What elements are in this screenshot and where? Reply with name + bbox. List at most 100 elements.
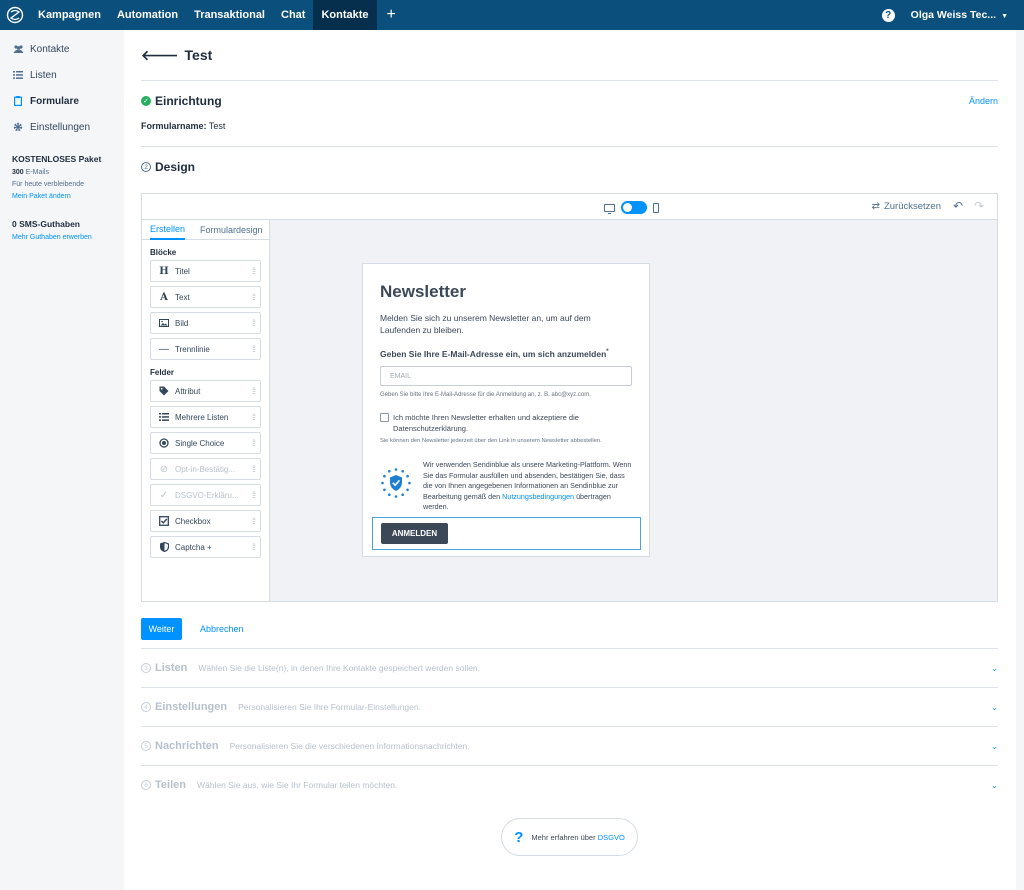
app-logo-icon[interactable] (0, 0, 30, 30)
step-nachrichten[interactable]: 5 Nachrichten Personalisieren Sie die ve… (141, 726, 998, 765)
field-attribut[interactable]: Attribut ⁞⁞ (150, 380, 261, 402)
field-mehrere-listen[interactable]: Mehrere Listen ⁞⁞ (150, 406, 261, 428)
plan-remaining: Für heute verbleibende (12, 181, 84, 188)
step-teilen[interactable]: 6 Teilen Wählen Sie aus, wie Sie Ihr For… (141, 765, 998, 804)
help-icon[interactable]: ? (881, 8, 895, 22)
drag-handle-icon[interactable]: ⁞⁞ (252, 292, 256, 302)
consent-checkbox[interactable] (380, 413, 389, 422)
field-captcha[interactable]: Captcha + ⁞⁞ (150, 536, 261, 558)
email-label-text: Geben Sie Ihre E-Mail-Adresse ein, um si… (380, 349, 607, 359)
sidebar-item-einstellungen[interactable]: Einstellungen (0, 114, 124, 140)
user-menu[interactable]: Olga Weiss Tec... ▼ (911, 9, 1008, 21)
sidebar-item-kontakte[interactable]: Kontakte (0, 36, 124, 62)
reset-label: Zurücksetzen (883, 201, 941, 212)
terms-link[interactable]: Nutzungsbedingungen (502, 492, 574, 501)
block-text[interactable]: A Text ⁞⁞ (150, 286, 261, 308)
tab-erstellen[interactable]: Erstellen (150, 220, 186, 240)
drag-handle-icon[interactable]: ⁞⁞ (252, 386, 256, 396)
chevron-down-icon[interactable]: ⌄ (991, 664, 998, 673)
drag-handle-icon[interactable]: ⁞⁞ (252, 266, 256, 276)
block-titel[interactable]: H Titel ⁞⁞ (150, 260, 261, 282)
drag-handle-icon[interactable]: ⁞⁞ (252, 318, 256, 328)
top-navigation-bar: Kampagnen Automation Transaktional Chat … (0, 0, 1024, 30)
plan-emails-label: E-Mails (25, 169, 49, 176)
step-number-icon: 5 (141, 741, 151, 751)
heading-icon: H (159, 265, 169, 277)
change-plan-link[interactable]: Mein Paket ändern (12, 193, 124, 200)
sidebar: Kontakte Listen Formulare Einstellungen … (0, 30, 124, 890)
users-icon (12, 45, 24, 53)
field-label: Attribut (175, 386, 201, 396)
add-nav-item-button[interactable]: + (377, 0, 406, 30)
setup-title: Einrichtung (155, 94, 222, 108)
drag-handle-icon[interactable]: ⁞⁞ (252, 344, 256, 354)
field-checkbox[interactable]: Checkbox ⁞⁞ (150, 510, 261, 532)
step-title: Teilen (155, 779, 186, 791)
plan-emails: 300 E-Mails (12, 169, 124, 176)
main-content: 🡐 Test ✓ Einrichtung Ändern Formularname… (141, 30, 998, 187)
back-arrow-icon[interactable]: 🡐 (141, 47, 179, 64)
form-name-value: Test (208, 121, 226, 131)
fields-label: Felder (150, 367, 175, 377)
drag-handle-icon[interactable]: ⁞⁞ (252, 516, 256, 526)
reset-button[interactable]: ⇄ Zurücksetzen (872, 201, 941, 212)
mobile-icon[interactable] (653, 202, 659, 213)
chevron-down-icon[interactable]: ⌄ (991, 703, 998, 712)
sidebar-item-listen[interactable]: Listen (0, 62, 124, 88)
step-listen[interactable]: 3 Listen Wählen Sie die Liste(n), in den… (141, 648, 998, 687)
nav-chat[interactable]: Chat (273, 0, 313, 30)
email-input[interactable]: EMAIL (380, 366, 632, 386)
nav-transaktional[interactable]: Transaktional (186, 0, 273, 30)
panel-tabs: Erstellen Formulardesign (142, 220, 269, 240)
desktop-icon[interactable] (604, 203, 615, 214)
field-opt-in: ⊘ Opt-in-Bestätig... ⁞⁞ (150, 458, 261, 480)
step-title: Einstellungen (155, 701, 228, 713)
gdpr-text: Wir verwenden Sendinblue als unsere Mark… (423, 460, 635, 513)
drag-handle-icon[interactable]: ⁞⁞ (252, 438, 256, 448)
chevron-down-icon: ▼ (1001, 13, 1008, 20)
form-actions: Weiter Abbrechen (141, 618, 244, 640)
step-title: Nachrichten (155, 740, 219, 752)
gdpr-link[interactable]: DSGVO (598, 833, 625, 842)
drag-handle-icon: ⁞⁞ (251, 464, 256, 474)
nav-automation[interactable]: Automation (109, 0, 186, 30)
step-einstellungen[interactable]: 4 Einstellungen Personalisieren Sie Ihre… (141, 687, 998, 726)
form-description[interactable]: Melden Sie sich zu unserem Newsletter an… (380, 312, 620, 336)
next-button[interactable]: Weiter (141, 618, 182, 640)
nav-kampagnen[interactable]: Kampagnen (30, 0, 109, 30)
submit-block-selected[interactable]: ANMELDEN (372, 517, 641, 550)
field-label: Checkbox (175, 516, 211, 526)
buy-credits-link[interactable]: Mehr Guthaben erwerben (12, 234, 124, 241)
field-label: Mehrere Listen (175, 412, 229, 422)
gdpr-info-pill[interactable]: ? Mehr erfahren über DSGVO (501, 818, 638, 856)
divider-icon: — (159, 343, 169, 355)
field-single-choice[interactable]: Single Choice ⁞⁞ (150, 432, 261, 454)
page-scrollbar[interactable] (1016, 30, 1024, 890)
device-toggle[interactable] (621, 201, 647, 214)
sidebar-item-formulare[interactable]: Formulare (0, 88, 124, 114)
chevron-down-icon[interactable]: ⌄ (991, 781, 998, 790)
tab-formulardesign[interactable]: Formulardesign (200, 220, 263, 240)
cancel-button[interactable]: Abbrechen (200, 624, 244, 634)
back-header: 🡐 Test (141, 30, 998, 80)
block-label: Titel (175, 266, 190, 276)
email-help-text: Geben Sie bitte Ihre E-Mail-Adresse für … (380, 392, 591, 398)
edit-setup-link[interactable]: Ändern (969, 96, 998, 106)
block-label: Trennlinie (175, 344, 210, 354)
block-label: Bild (175, 318, 189, 328)
field-label: Opt-in-Bestätig... (175, 464, 236, 474)
form-title[interactable]: Newsletter (380, 282, 466, 302)
chevron-down-icon[interactable]: ⌄ (991, 742, 998, 751)
drag-handle-icon[interactable]: ⁞⁞ (252, 542, 256, 552)
check-icon: ✓ (159, 489, 169, 501)
step-number-icon: 2 (141, 162, 151, 172)
drag-handle-icon[interactable]: ⁞⁞ (252, 412, 256, 422)
redo-icon[interactable]: ↷ (974, 199, 984, 213)
gdpr-pill-text: Mehr erfahren über DSGVO (531, 833, 624, 842)
submit-button[interactable]: ANMELDEN (381, 523, 448, 544)
gear-icon (12, 122, 24, 132)
block-trennlinie[interactable]: — Trennlinie ⁞⁞ (150, 338, 261, 360)
nav-kontakte[interactable]: Kontakte (313, 0, 377, 30)
block-bild[interactable]: Bild ⁞⁞ (150, 312, 261, 334)
undo-icon[interactable]: ↶ (953, 199, 963, 213)
